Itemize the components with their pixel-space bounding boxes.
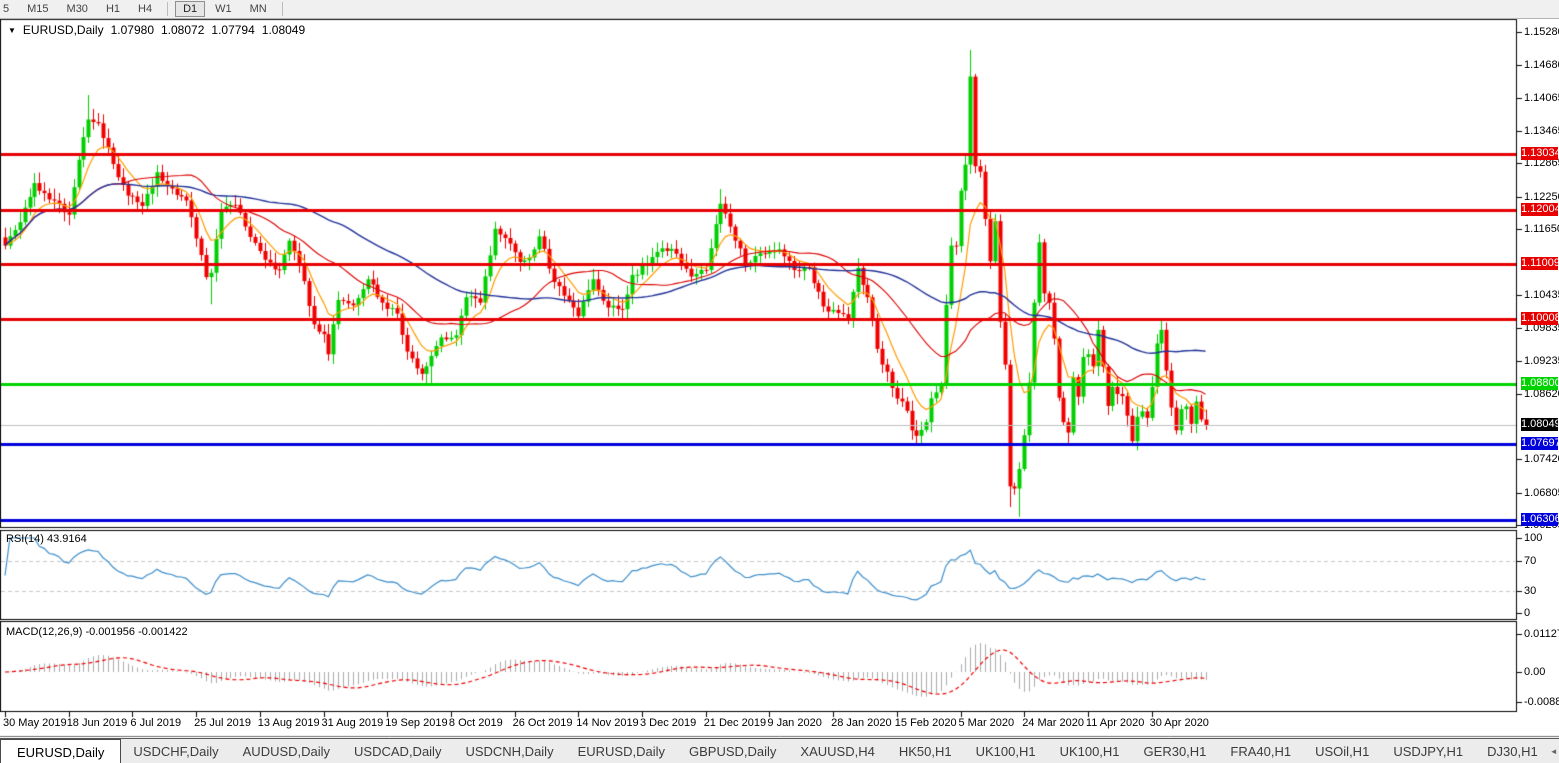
tab-scroll-arrows: ◄►	[1550, 739, 1559, 763]
timeframe-button-d1[interactable]: D1	[175, 1, 205, 17]
tab-symbol[interactable]: USOil,H1	[1303, 739, 1381, 763]
chart-title-overlay: ▼ EURUSD,Daily 1.07980 1.08072 1.07794 1.0804…	[8, 23, 305, 37]
ohlc-open: 1.07980	[111, 23, 154, 37]
tab-symbol[interactable]: GER30,H1	[1132, 739, 1219, 763]
level-price-flag: 1.10008	[1521, 312, 1558, 325]
date-axis-label: 30 Apr 2020	[1150, 717, 1209, 729]
level-price-flag: 1.12004	[1521, 203, 1558, 216]
tab-symbol[interactable]: AUDUSD,Daily	[231, 739, 342, 763]
ohlc-high: 1.08072	[161, 23, 204, 37]
timeframe-button-m30[interactable]: M30	[59, 1, 96, 17]
price-axis-tick: 1.13465	[1524, 125, 1559, 137]
tab-symbol[interactable]: UK100,H1	[964, 739, 1048, 763]
macd-axis-tick: 0.011277	[1524, 628, 1559, 640]
timeframe-button-m15[interactable]: M15	[19, 1, 56, 17]
macd-axis-tick: -0.00884	[1524, 696, 1559, 708]
price-axis-tick: 1.10435	[1524, 289, 1559, 301]
tab-active-symbol[interactable]: EURUSD,Daily	[0, 739, 121, 763]
timeframe-button-h4[interactable]: H4	[130, 1, 160, 17]
date-axis-label: 19 Sep 2019	[385, 717, 447, 729]
tab-symbol[interactable]: GBPUSD,Daily	[677, 739, 788, 763]
price-axis-tick: 1.09235	[1524, 355, 1559, 367]
date-axis-label: 6 Jul 2019	[130, 717, 181, 729]
tab-symbol[interactable]: UK100,H1	[1048, 739, 1132, 763]
rsi-axis-tick: 30	[1524, 585, 1536, 597]
price-axis-tick: 1.07420	[1524, 453, 1559, 465]
tab-symbol[interactable]: EURUSD,Daily	[566, 739, 677, 763]
level-price-flag: 1.11009	[1521, 257, 1558, 270]
rsi-axis-tick: 70	[1524, 555, 1536, 567]
date-axis-label: 21 Dec 2019	[704, 717, 766, 729]
level-price-flag: 1.08800	[1521, 377, 1558, 390]
tab-symbol[interactable]: USDJPY,H1	[1381, 739, 1475, 763]
date-axis-label: 24 Mar 2020	[1022, 717, 1084, 729]
timeframe-button-h1[interactable]: H1	[98, 1, 128, 17]
price-axis-tick: 1.14065	[1524, 92, 1559, 104]
price-axis-tick: 1.11650	[1524, 223, 1559, 235]
tab-symbol[interactable]: USDCNH,Daily	[453, 739, 565, 763]
date-axis-label: 14 Nov 2019	[576, 717, 638, 729]
date-axis-label: 15 Feb 2020	[895, 717, 957, 729]
price-axis-tick: 1.06805	[1524, 487, 1559, 499]
date-axis-label: 13 Aug 2019	[258, 717, 320, 729]
date-axis-label: 11 Apr 2020	[1086, 717, 1145, 729]
timeframe-button-5[interactable]: 5	[0, 1, 17, 17]
date-axis-label: 30 May 2019	[3, 717, 67, 729]
tab-symbol[interactable]: USDCHF,Daily	[121, 739, 230, 763]
tab-symbol[interactable]: XAUUSD,H4	[788, 739, 886, 763]
level-price-flag: 1.06306	[1521, 513, 1558, 526]
date-axis-label: 3 Dec 2019	[640, 717, 696, 729]
rsi-indicator-label: RSI(14) 43.9164	[6, 533, 87, 545]
ohlc-close: 1.08049	[262, 23, 305, 37]
timeframe-toolbar: 5M15M30H1H4 D1W1MN	[0, 0, 1559, 19]
price-axis-tick: 1.12250	[1524, 191, 1559, 203]
date-axis-label: 26 Oct 2019	[513, 717, 573, 729]
mt4-window: 5M15M30H1H4 D1W1MN ▼ EURUSD,Daily 1.07980 1.…	[0, 0, 1559, 763]
symbol-tabbar: EURUSD,DailyUSDCHF,DailyAUDUSD,DailyUSDC…	[0, 738, 1559, 763]
toolbar-separator	[282, 2, 283, 16]
tab-symbol[interactable]: DJ30,H1	[1475, 739, 1550, 763]
toolbar-separator	[167, 2, 168, 16]
price-axis-tick: 1.15280	[1524, 26, 1559, 38]
ohlc-low: 1.07794	[211, 23, 254, 37]
date-axis-label: 18 Jun 2019	[67, 717, 128, 729]
rsi-axis-tick: 100	[1524, 532, 1542, 544]
price-chart-canvas[interactable]	[0, 0, 1559, 763]
date-axis-label: 8 Oct 2019	[449, 717, 503, 729]
timeframe-button-mn[interactable]: MN	[242, 1, 275, 17]
date-axis-label: 5 Mar 2020	[959, 717, 1015, 729]
macd-axis-tick: 0.00	[1524, 666, 1545, 678]
date-axis-label: 31 Aug 2019	[322, 717, 384, 729]
chart-symbol-title: EURUSD,Daily	[23, 23, 104, 37]
date-axis-label: 25 Jul 2019	[194, 717, 251, 729]
tab-symbol[interactable]: HK50,H1	[887, 739, 964, 763]
level-price-flag: 1.13034	[1521, 147, 1558, 160]
tab-symbol[interactable]: USDCAD,Daily	[342, 739, 453, 763]
tab-symbol[interactable]: FRA40,H1	[1218, 739, 1303, 763]
tab-scroll-left-icon[interactable]: ◄	[1550, 747, 1558, 756]
date-axis-label: 28 Jan 2020	[831, 717, 892, 729]
date-axis-label: 9 Jan 2020	[767, 717, 821, 729]
price-axis-tick: 1.14680	[1524, 59, 1559, 71]
timeframe-button-w1[interactable]: W1	[207, 1, 240, 17]
rsi-axis-tick: 0	[1524, 607, 1530, 619]
chart-menu-arrow-icon[interactable]: ▼	[8, 26, 16, 35]
current-price-flag: 1.08049	[1521, 418, 1558, 431]
level-price-flag: 1.07697	[1521, 437, 1558, 450]
macd-indicator-label: MACD(12,26,9) -0.001956 -0.001422	[6, 626, 188, 638]
